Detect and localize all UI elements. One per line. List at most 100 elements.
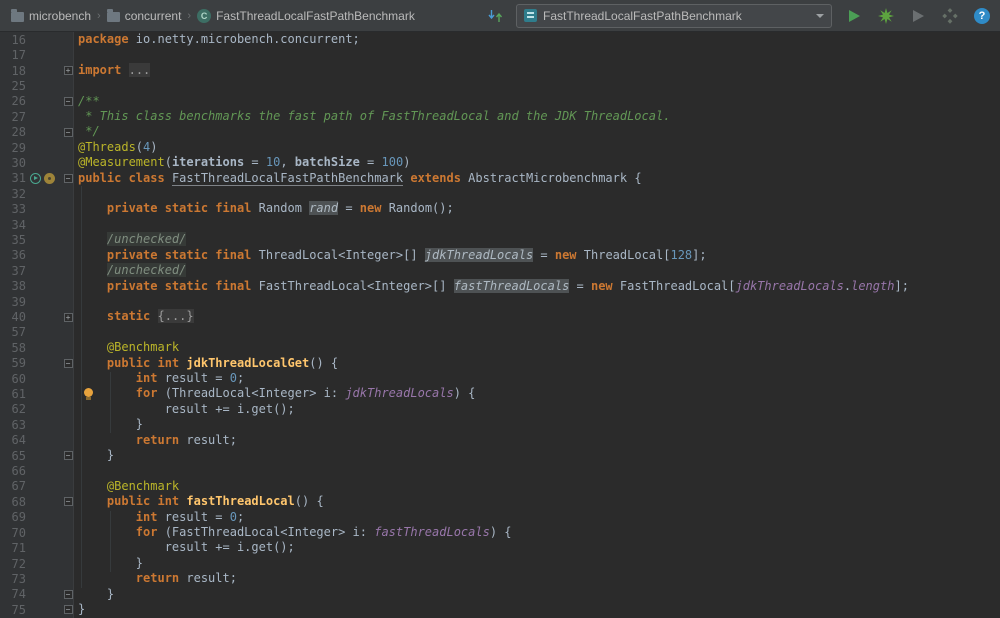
run-coverage-button[interactable]	[876, 6, 896, 26]
code-line[interactable]	[78, 186, 1000, 201]
fold-marker[interactable]: −	[63, 589, 73, 599]
code-area[interactable]: package io.netty.microbench.concurrent; i…	[74, 32, 1000, 618]
code-line[interactable]: }	[78, 556, 1000, 571]
code-line[interactable]	[78, 325, 1000, 340]
editor[interactable]: 16 17 18 +25 26 − 27 28 − 29 30 31 − 32 33 34 35 36 37 38 39…	[0, 32, 1000, 618]
gutter-row: 33	[0, 201, 73, 216]
line-number: 67	[11, 479, 26, 494]
line-number: 66	[11, 464, 26, 479]
code-line[interactable]: return result;	[78, 571, 1000, 586]
code-line[interactable]: }	[78, 448, 1000, 463]
fold-marker[interactable]: +	[63, 312, 73, 322]
code-line[interactable]: @Threads(4)	[78, 140, 1000, 155]
play-disabled-icon	[912, 9, 924, 22]
line-number: 16	[11, 32, 26, 47]
code-line[interactable]: result += i.get();	[78, 540, 1000, 555]
code-line[interactable]: return result;	[78, 433, 1000, 448]
gutter-row: 60	[0, 371, 73, 386]
line-number: 59	[11, 356, 26, 371]
line-number: 29	[11, 140, 26, 155]
gutter-row: 67	[0, 479, 73, 494]
code-line[interactable]	[78, 294, 1000, 309]
code-line[interactable]: }	[78, 417, 1000, 432]
override-marker-icon[interactable]	[44, 172, 55, 184]
line-number: 74	[11, 587, 26, 602]
line-number: 68	[11, 494, 26, 509]
gutter-row: 61	[0, 386, 73, 401]
code-line[interactable]: }	[78, 587, 1000, 602]
code-line[interactable]: }	[78, 602, 1000, 617]
breadcrumb-microbench[interactable]: microbench	[8, 7, 94, 25]
profile-button[interactable]	[908, 6, 928, 26]
gutter-row: 70	[0, 525, 73, 540]
code-line[interactable]: */	[78, 124, 1000, 139]
breadcrumb-class[interactable]: FastThreadLocalFastPathBenchmark	[194, 7, 418, 25]
code-line[interactable]: /unchecked/	[78, 263, 1000, 278]
gutter-row: 26 −	[0, 94, 73, 109]
line-number: 62	[11, 402, 26, 417]
line-number: 27	[11, 109, 26, 124]
line-number: 34	[11, 217, 26, 232]
code-line[interactable]: private static final FastThreadLocal<Int…	[78, 278, 1000, 294]
gutter-row: 34	[0, 217, 73, 232]
fold-marker[interactable]: +	[63, 66, 73, 76]
code-line[interactable]: int result = 0;	[78, 510, 1000, 525]
line-number: 65	[11, 448, 26, 463]
code-line[interactable]: * This class benchmarks the fast path of…	[78, 109, 1000, 124]
code-line[interactable]: package io.netty.microbench.concurrent;	[78, 32, 1000, 47]
folder-icon	[106, 8, 120, 22]
line-number: 31	[11, 171, 26, 186]
gutter-row: 31 −	[0, 171, 73, 186]
gutter-row: 62	[0, 402, 73, 417]
code-line[interactable]	[78, 217, 1000, 232]
code-line[interactable]: @Benchmark	[78, 479, 1000, 494]
gutter: 16 17 18 +25 26 − 27 28 − 29 30 31 − 32 33 34 35 36 37 38 39…	[0, 32, 74, 618]
fold-marker[interactable]: −	[63, 497, 73, 507]
fold-marker[interactable]: −	[63, 605, 73, 615]
code-line[interactable]	[78, 78, 1000, 93]
code-line[interactable]	[78, 463, 1000, 478]
question-icon: ?	[974, 7, 990, 24]
play-icon	[848, 9, 860, 22]
code-line[interactable]: for (FastThreadLocal<Integer> i: fastThr…	[78, 525, 1000, 540]
run-marker-icon[interactable]	[30, 172, 41, 184]
fold-marker[interactable]: −	[63, 127, 73, 137]
fold-marker[interactable]: −	[63, 173, 73, 183]
concurrency-diagram-button[interactable]	[940, 6, 960, 26]
code-line[interactable]: static {...}	[78, 309, 1000, 324]
line-number: 57	[11, 325, 26, 340]
line-number: 61	[11, 387, 26, 402]
code-line[interactable]: private static final Random rand = new R…	[78, 201, 1000, 216]
gutter-row: 25	[0, 78, 73, 93]
run-config-select[interactable]: FastThreadLocalFastPathBenchmark	[516, 3, 832, 28]
line-number: 72	[11, 556, 26, 571]
code-line[interactable]: int result = 0;	[78, 371, 1000, 386]
breadcrumb-concurrent[interactable]: concurrent	[104, 7, 185, 25]
sync-arrows-icon[interactable]	[487, 8, 504, 24]
help-button[interactable]: ?	[972, 6, 992, 26]
gutter-row: 39	[0, 294, 73, 309]
code-line[interactable]: private static final ThreadLocal<Integer…	[78, 247, 1000, 263]
gutter-row: 38	[0, 279, 73, 294]
fold-marker[interactable]: −	[63, 96, 73, 106]
code-line[interactable]: /**	[78, 94, 1000, 109]
breadcrumb-label: FastThreadLocalFastPathBenchmark	[216, 8, 415, 23]
code-line[interactable]: @Benchmark	[78, 340, 1000, 355]
run-button[interactable]	[844, 6, 864, 26]
code-line[interactable]: /unchecked/	[78, 232, 1000, 247]
code-line[interactable]: import ...	[78, 62, 1000, 78]
fold-marker[interactable]: −	[63, 358, 73, 368]
code-line[interactable]: public int jdkThreadLocalGet() {	[78, 356, 1000, 371]
breadcrumb-label: concurrent	[124, 8, 182, 23]
fold-marker[interactable]: −	[63, 451, 73, 461]
line-number: 32	[11, 186, 26, 201]
code-line[interactable]: public class FastThreadLocalFastPathBenc…	[78, 170, 1000, 186]
code-line[interactable]: @Measurement(iterations = 10, batchSize …	[78, 155, 1000, 170]
line-number: 63	[11, 417, 26, 432]
code-line[interactable]: public int fastThreadLocal() {	[78, 494, 1000, 509]
code-line[interactable]: result += i.get();	[78, 402, 1000, 417]
code-line[interactable]	[78, 47, 1000, 62]
code-lines: package io.netty.microbench.concurrent; i…	[78, 32, 1000, 617]
line-number: 28	[11, 125, 26, 140]
code-line[interactable]: for (ThreadLocal<Integer> i: jdkThreadLo…	[78, 386, 1000, 401]
